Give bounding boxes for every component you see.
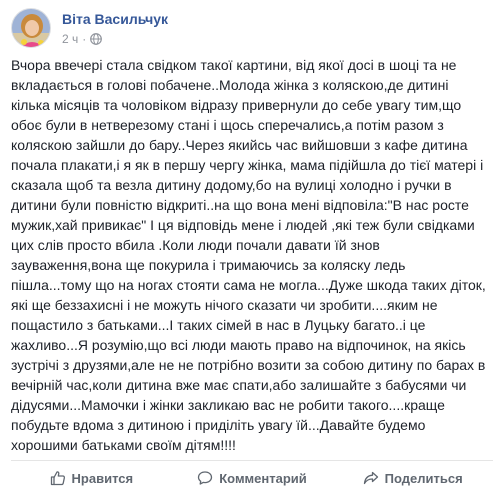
post-text-line: кілька місяців та чоловіком відразу прив… — [11, 97, 462, 113]
post-text-line: мужик,хай привикає" І ця відповідь мене … — [11, 217, 475, 233]
post-text-line: пощастило з батьками...І таких сімей в н… — [11, 317, 426, 333]
post-text-line: які ще беззахисні і не можуть нічого ска… — [11, 297, 438, 313]
post-text-line: цих слів просто вбила .Коли люди почали … — [11, 237, 380, 253]
post-timestamp[interactable]: 2 ч — [62, 32, 78, 46]
post-text-line: коляскою зайшли до бару..Через якийсь ча… — [11, 137, 468, 153]
post-text-line: хорошими батьками своїм дітям!!!! — [11, 437, 236, 453]
avatar-photo — [12, 9, 50, 47]
post-text-line: зустрічі з друзями,але не не потрібно во… — [11, 357, 486, 373]
post-text-line: обоє були в нетверезому стані і щось спе… — [11, 117, 444, 133]
share-button-label: Поделиться — [384, 470, 463, 486]
post-actions-bar: Нравится Комментарий Поделиться — [0, 461, 504, 495]
comment-button-label: Комментарий — [219, 470, 307, 486]
like-button-label: Нравится — [71, 470, 134, 486]
post-text-line: зауваження,вона ще покурила і тримаючись… — [11, 257, 406, 273]
post-text-line: Вчора ввечері стала свідком такої картин… — [11, 57, 457, 73]
post-text-line: почала плакати,і я як в першу чергу жінк… — [11, 157, 484, 173]
globe-icon[interactable] — [90, 33, 103, 45]
post-meta: 2 ч · — [62, 31, 103, 47]
post-text-line: дитини були повністю відкриті..на що вон… — [11, 197, 469, 213]
share-icon — [363, 471, 378, 485]
post-text-line: побудьте вдома з дитиною і приділіть ува… — [11, 417, 426, 433]
post-text-line: сказала щоб та везла дитину додому,бо на… — [11, 177, 452, 193]
post-header: Віта Васильчук 2 ч · — [11, 8, 491, 52]
post-text-line: вкладається в голові побачене..Молода жі… — [11, 77, 449, 93]
meta-separator: · — [82, 32, 87, 46]
author-name-link[interactable]: Віта Васильчук — [62, 11, 168, 27]
comment-icon — [198, 471, 213, 485]
post-text-line: вечірній час,коли дитина вже має спати,а… — [11, 377, 467, 393]
post-text-line: жахливо...Я розумію,що всі люди мають пр… — [11, 337, 466, 353]
post-text: Вчора ввечері стала свідком такої картин… — [11, 55, 493, 455]
comment-button[interactable]: Комментарий — [172, 461, 333, 495]
share-button[interactable]: Поделиться — [332, 461, 493, 495]
author-avatar[interactable] — [11, 8, 51, 48]
facebook-post: Віта Васильчук 2 ч · Вчора ввечері стала… — [0, 0, 504, 496]
post-text-line: дідусями...Мамочки і жінки закликаю вас … — [11, 397, 445, 413]
post-text-line: пішла...тому що на ногах стояти сама не … — [11, 277, 486, 293]
like-button[interactable]: Нравится — [11, 461, 172, 495]
thumbs-up-icon — [50, 471, 65, 486]
